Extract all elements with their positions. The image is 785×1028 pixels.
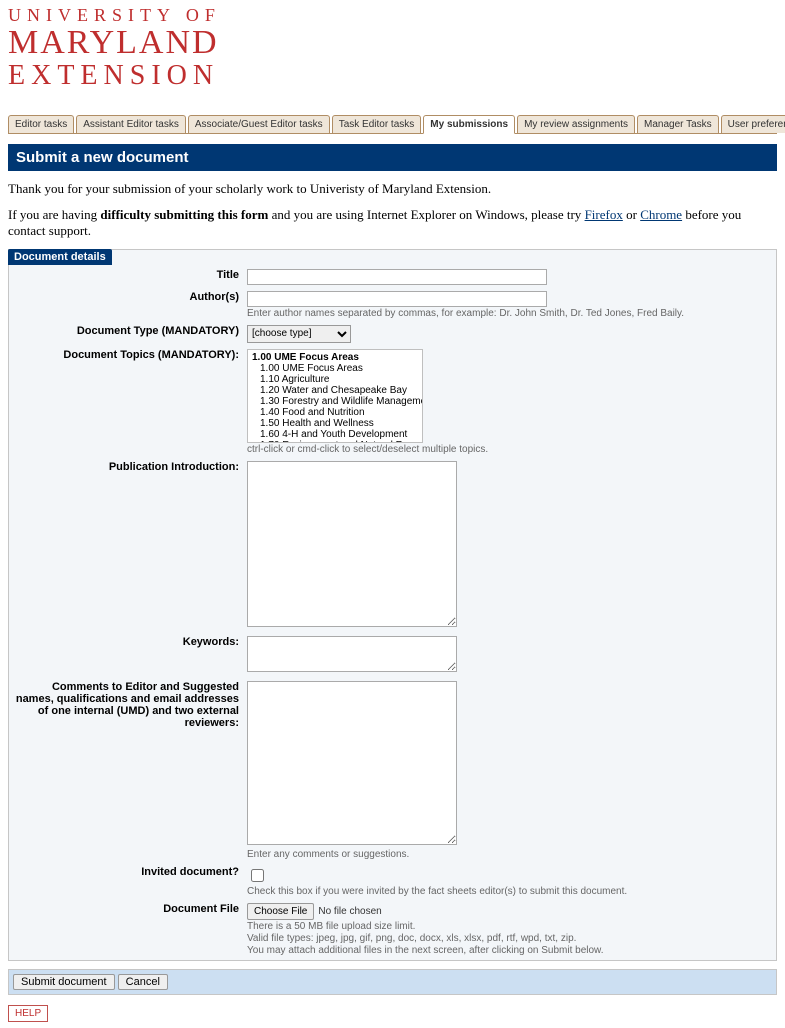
panel-legend: Document details xyxy=(8,249,112,265)
topic-option[interactable]: 1.20 Water and Chesapeake Bay xyxy=(252,385,418,396)
authors-help: Enter author names separated by commas, … xyxy=(247,308,684,319)
tab-my-review-assignments[interactable]: My review assignments xyxy=(517,115,635,133)
file-help3: You may attach additional files in the n… xyxy=(247,945,604,956)
label-pubintro: Publication Introduction: xyxy=(9,459,243,632)
tab-assistant-editor-tasks[interactable]: Assistant Editor tasks xyxy=(76,115,186,133)
tab-editor-tasks[interactable]: Editor tasks xyxy=(8,115,74,133)
comments-textarea[interactable] xyxy=(247,681,457,845)
cancel-button[interactable]: Cancel xyxy=(118,974,168,990)
logo-line1: UNIVERSITY OF xyxy=(8,6,777,25)
tab-my-submissions[interactable]: My submissions xyxy=(423,115,515,134)
tab-associate-guest-editor-tasks[interactable]: Associate/Guest Editor tasks xyxy=(188,115,330,133)
keywords-textarea[interactable] xyxy=(247,636,457,672)
tab-user-preferences[interactable]: User preferences xyxy=(721,115,785,133)
intro-text: Thank you for your submission of your sc… xyxy=(8,181,777,197)
chrome-link[interactable]: Chrome xyxy=(640,207,682,222)
submit-button[interactable]: Submit document xyxy=(13,974,115,990)
topic-option[interactable]: 1.30 Forestry and Wildlife Management xyxy=(252,396,418,407)
tab-task-editor-tasks[interactable]: Task Editor tasks xyxy=(332,115,422,133)
topic-option[interactable]: 1.10 Agriculture xyxy=(252,374,418,385)
topic-option[interactable]: 1.00 UME Focus Areas xyxy=(252,363,418,374)
brand-logo: UNIVERSITY OF MARYLAND EXTENSION xyxy=(8,6,777,90)
invited-checkbox[interactable] xyxy=(251,869,264,882)
topic-option[interactable]: 1.60 4-H and Youth Development xyxy=(252,429,418,440)
label-keywords: Keywords: xyxy=(9,634,243,677)
document-details-panel: Document details Title Author(s) Enter a… xyxy=(8,249,777,961)
label-authors: Author(s) xyxy=(9,289,243,321)
file-help2: Valid file types: jpeg, jpg, gif, png, d… xyxy=(247,933,576,944)
tab-strip: Editor tasksAssistant Editor tasksAssoci… xyxy=(8,114,777,134)
button-bar: Submit document Cancel xyxy=(8,969,777,995)
label-title: Title xyxy=(9,267,243,287)
file-help1: There is a 50 MB file upload size limit. xyxy=(247,921,415,932)
label-comments: Comments to Editor and Suggested names, … xyxy=(9,679,243,862)
logo-line2: MARYLAND xyxy=(8,25,777,61)
topics-help: ctrl-click or cmd-click to select/desele… xyxy=(247,444,488,455)
trouble-text: If you are having difficulty submitting … xyxy=(8,207,777,239)
firefox-link[interactable]: Firefox xyxy=(585,207,623,222)
label-topics: Document Topics (MANDATORY): xyxy=(9,347,243,457)
invited-help: Check this box if you were invited by th… xyxy=(247,886,627,897)
topic-option[interactable]: 1.70 Environment and Natural Resources xyxy=(252,440,418,443)
tab-manager-tasks[interactable]: Manager Tasks xyxy=(637,115,719,133)
comments-help: Enter any comments or suggestions. xyxy=(247,849,409,860)
topic-option[interactable]: 1.40 Food and Nutrition xyxy=(252,407,418,418)
title-input[interactable] xyxy=(247,269,547,285)
label-invited: Invited document? xyxy=(9,864,243,899)
logo-line3: EXTENSION xyxy=(8,61,777,90)
label-docfile: Document File xyxy=(9,901,243,958)
doctype-select[interactable]: [choose type] xyxy=(247,325,351,343)
topic-option[interactable]: 1.00 UME Focus Areas xyxy=(252,352,418,363)
choose-file-button[interactable]: Choose File xyxy=(247,903,314,920)
authors-input[interactable] xyxy=(247,291,547,307)
topic-option[interactable]: 1.50 Health and Wellness xyxy=(252,418,418,429)
topics-multiselect[interactable]: 1.00 UME Focus Areas1.00 UME Focus Areas… xyxy=(247,349,423,443)
page-title: Submit a new document xyxy=(8,144,777,171)
label-doctype: Document Type (MANDATORY) xyxy=(9,323,243,345)
help-button[interactable]: HELP xyxy=(8,1005,48,1022)
pubintro-textarea[interactable] xyxy=(247,461,457,627)
file-status: No file chosen xyxy=(318,906,381,917)
